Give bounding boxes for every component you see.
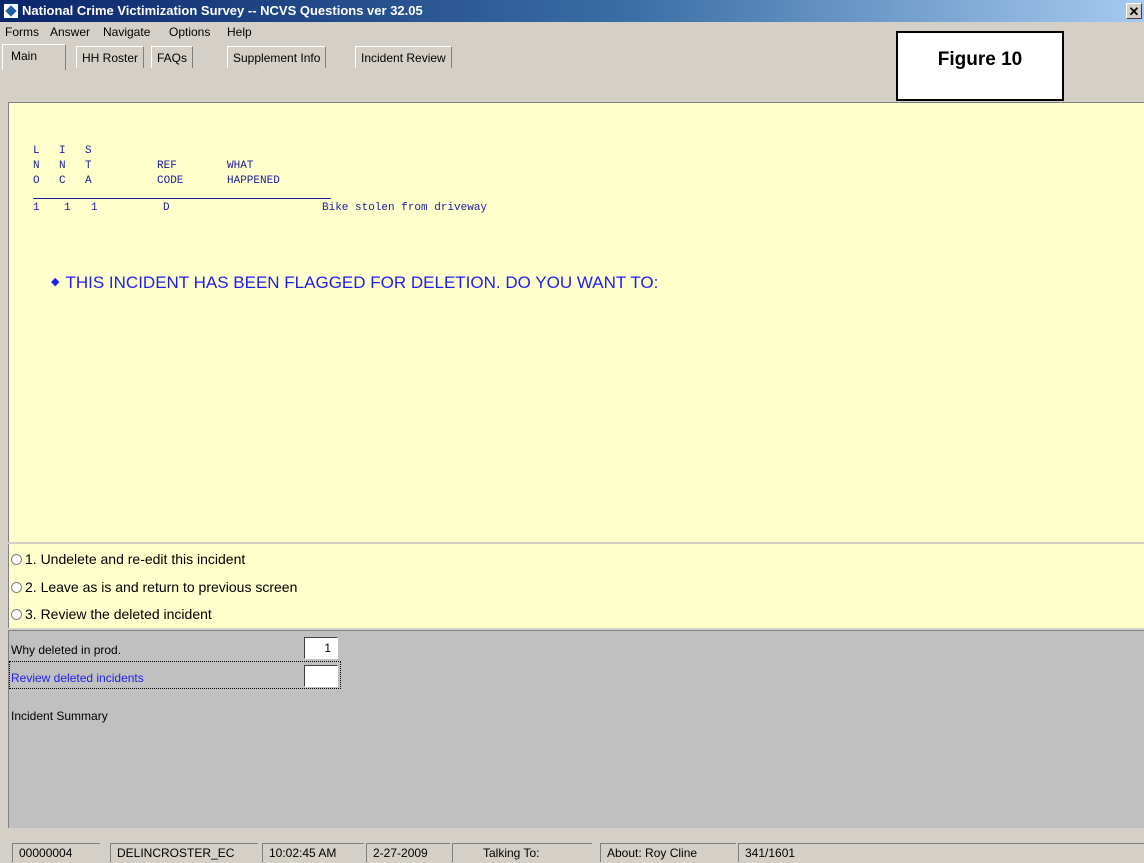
roster-cell: 1 (33, 202, 40, 214)
status-talking-to: Talking To: (452, 843, 592, 862)
radio-icon[interactable] (11, 609, 22, 620)
roster-header: N (59, 160, 66, 172)
tab-hh-roster[interactable]: HH Roster (76, 46, 145, 68)
tab-faqs[interactable]: FAQs (151, 46, 194, 68)
status-case-id: 00000004 (12, 843, 100, 862)
roster-cell: 1 (91, 202, 98, 214)
answer-options: 1. Undelete and re-edit this incident 2.… (8, 544, 1144, 628)
roster-header: L (33, 145, 40, 157)
status-position: 341/1601 (738, 843, 1144, 862)
question-panel: L I S N N T REF WHAT O C A CODE HAPPENED… (8, 102, 1144, 542)
why-deleted-field[interactable]: 1 (304, 637, 338, 659)
roster-cell: Bike stolen from driveway (322, 202, 488, 214)
field-label-review-deleted: Review deleted incidents (11, 671, 144, 685)
field-label-incident-summary: Incident Summary (11, 709, 108, 723)
roster-header: S (85, 145, 92, 157)
tab-supplement-info[interactable]: Supplement Info (227, 46, 327, 68)
roster-header: I (59, 145, 66, 157)
app-icon[interactable] (3, 3, 19, 19)
tab-incident-review[interactable]: Incident Review (355, 46, 452, 68)
menu-forms[interactable]: Forms (5, 25, 39, 39)
roster-header: HAPPENED (227, 175, 280, 187)
roster-header: O (33, 175, 40, 187)
menu-navigate[interactable]: Navigate (103, 25, 150, 39)
status-screen-name: DELINCROSTER_EC (110, 843, 258, 862)
question-text: ◆ THIS INCIDENT HAS BEEN FLAGGED FOR DELE… (51, 273, 658, 293)
title-bar: National Crime Victimization Survey -- N… (0, 0, 1144, 22)
status-time: 10:02:45 AM (262, 843, 364, 862)
roster-header: N (33, 160, 40, 172)
option-label: 3. Review the deleted incident (25, 606, 212, 622)
option-undelete[interactable]: 1. Undelete and re-edit this incident (11, 549, 245, 569)
status-bar: 00000004 DELINCROSTER_EC 10:02:45 AM 2-2… (0, 840, 1144, 863)
option-leave-as-is[interactable]: 2. Leave as is and return to previous sc… (11, 577, 297, 597)
radio-icon[interactable] (11, 554, 22, 565)
tab-main[interactable]: Main (2, 44, 66, 70)
review-deleted-field[interactable] (304, 665, 338, 687)
roster-header: REF (157, 160, 177, 172)
roster-header: A (85, 175, 92, 187)
figure-label: Figure 10 (896, 31, 1064, 101)
roster-header: T (85, 160, 92, 172)
window-title: National Crime Victimization Survey -- N… (22, 3, 423, 18)
close-button[interactable]: ✕ (1126, 3, 1142, 19)
roster-cell: 1 (64, 202, 71, 214)
question-label: THIS INCIDENT HAS BEEN FLAGGED FOR DELET… (65, 273, 659, 292)
option-label: 1. Undelete and re-edit this incident (25, 551, 246, 567)
status-date: 2-27-2009 (366, 843, 450, 862)
bullet-icon: ◆ (51, 276, 60, 288)
option-review-deleted[interactable]: 3. Review the deleted incident (11, 604, 212, 624)
menu-help[interactable]: Help (227, 25, 252, 39)
roster-cell: D (163, 202, 170, 214)
status-about: About: Roy Cline (600, 843, 736, 862)
roster-header: CODE (157, 175, 184, 187)
roster-header: WHAT (227, 160, 254, 172)
field-label-why-deleted: Why deleted in prod. (11, 643, 122, 657)
menu-options[interactable]: Options (169, 25, 210, 39)
radio-icon[interactable] (11, 582, 22, 593)
roster-header: C (59, 175, 66, 187)
menu-answer[interactable]: Answer (50, 25, 90, 39)
field-panel: Why deleted in prod. 1 Review deleted in… (8, 630, 1144, 828)
option-label: 2. Leave as is and return to previous sc… (25, 579, 298, 595)
roster-underline (33, 198, 331, 199)
